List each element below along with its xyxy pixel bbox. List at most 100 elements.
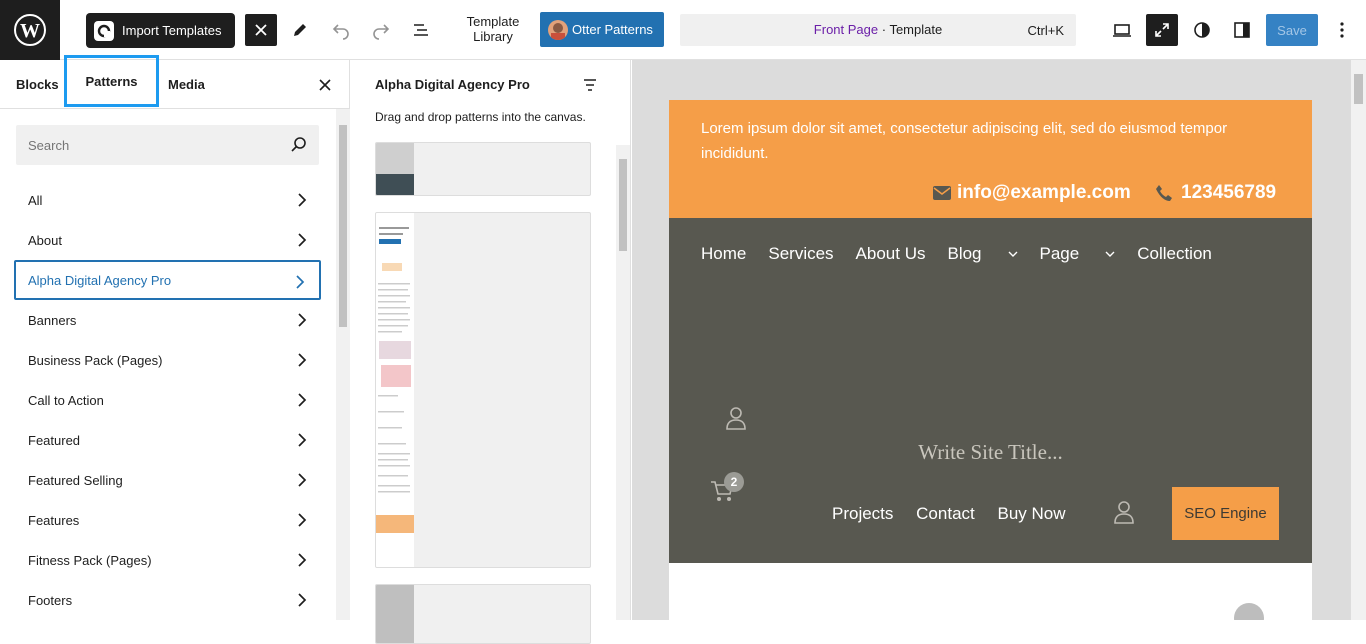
list-view-icon[interactable] bbox=[405, 14, 437, 46]
category-item[interactable]: Banners bbox=[14, 300, 321, 340]
category-label: All bbox=[28, 192, 43, 208]
site-title[interactable]: Write Site Title... bbox=[669, 440, 1312, 465]
category-item[interactable]: Business Pack (Pages) bbox=[14, 340, 321, 380]
close-inserter-icon[interactable] bbox=[312, 72, 338, 98]
pattern-thumbnail bbox=[376, 213, 414, 567]
phone-text: 123456789 bbox=[1181, 182, 1277, 203]
import-templates-label: Import Templates bbox=[122, 23, 222, 38]
category-label: Features bbox=[28, 512, 80, 528]
chevron-right-icon bbox=[298, 513, 307, 527]
category-label: Call to Action bbox=[28, 392, 104, 408]
header-top-bar: Lorem ipsum dolor sit amet, consectetur … bbox=[669, 100, 1312, 218]
category-label: Business Pack (Pages) bbox=[28, 352, 163, 368]
nav-item-buy-now[interactable]: Buy Now bbox=[997, 504, 1065, 523]
pattern-panel-scrollbar[interactable] bbox=[616, 145, 630, 620]
canvas-scrollbar[interactable] bbox=[1351, 60, 1366, 620]
sidebar-scrollbar[interactable] bbox=[336, 109, 350, 620]
more-options-icon[interactable] bbox=[1326, 14, 1358, 46]
otter-patterns-button[interactable]: Otter Patterns bbox=[540, 12, 664, 47]
template-library-line1: Template bbox=[466, 14, 520, 29]
header-navigation: Home Services About Us Blog Page Collect… bbox=[669, 218, 1312, 563]
category-item[interactable]: Featured bbox=[14, 420, 321, 460]
fullscreen-icon[interactable] bbox=[1146, 14, 1178, 46]
document-page-name: Front Page bbox=[813, 22, 879, 37]
otter-avatar-icon bbox=[548, 19, 568, 40]
account-icon[interactable] bbox=[725, 406, 747, 435]
tab-patterns[interactable]: Patterns bbox=[64, 55, 159, 107]
wordpress-logo-icon[interactable]: W bbox=[0, 0, 60, 60]
inserter-sidebar: Blocks Patterns Media All About Alpha Digi… bbox=[0, 55, 350, 620]
chevron-right-icon bbox=[298, 553, 307, 567]
style-contrast-icon[interactable] bbox=[1186, 14, 1218, 46]
close-icon[interactable] bbox=[245, 14, 277, 46]
nav-item-home[interactable]: Home bbox=[701, 244, 746, 264]
document-type: Template bbox=[889, 22, 943, 37]
pattern-thumbnail bbox=[376, 585, 414, 643]
desktop-preview-icon[interactable] bbox=[1106, 14, 1138, 46]
cart-count-badge: 2 bbox=[724, 472, 744, 492]
category-item[interactable]: Fitness Pack (Pages) bbox=[14, 540, 321, 580]
pattern-search bbox=[16, 125, 319, 165]
header-phone[interactable]: 123456789 bbox=[1155, 182, 1276, 204]
tab-blocks[interactable]: Blocks bbox=[16, 60, 59, 109]
pencil-icon[interactable] bbox=[284, 14, 316, 46]
nav-item-contact[interactable]: Contact bbox=[916, 504, 975, 523]
category-label: Banners bbox=[28, 312, 77, 328]
command-shortcut: Ctrl+K bbox=[1027, 23, 1064, 38]
pattern-thumbnail bbox=[376, 143, 414, 195]
decorative-shape bbox=[1234, 603, 1264, 620]
nav-item-page[interactable]: Page bbox=[1040, 244, 1116, 264]
nav-item-services[interactable]: Services bbox=[768, 244, 833, 264]
template-library-button[interactable]: Template Library bbox=[458, 14, 528, 44]
otter-patterns-label: Otter Patterns bbox=[572, 22, 653, 37]
save-button[interactable]: Save bbox=[1266, 14, 1318, 46]
category-label: Fitness Pack (Pages) bbox=[28, 552, 152, 568]
category-item[interactable]: Alpha Digital Agency Pro bbox=[14, 260, 321, 300]
undo-icon[interactable] bbox=[325, 14, 357, 46]
chevron-right-icon bbox=[298, 433, 307, 447]
search-input[interactable] bbox=[16, 125, 276, 165]
primary-nav: Home Services About Us Blog Page Collect… bbox=[701, 244, 1234, 264]
category-item[interactable]: Featured Selling bbox=[14, 460, 321, 500]
category-item[interactable]: About bbox=[14, 220, 321, 260]
sidebar-scroll-thumb[interactable] bbox=[339, 125, 347, 327]
nav-item-blog-label: Blog bbox=[947, 244, 982, 263]
account-icon[interactable] bbox=[1113, 500, 1135, 529]
category-item[interactable]: Call to Action bbox=[14, 380, 321, 420]
nav-item-projects[interactable]: Projects bbox=[832, 504, 893, 523]
command-palette-bar[interactable]: Front Page · Template Ctrl+K bbox=[680, 14, 1076, 46]
settings-sidebar-icon[interactable] bbox=[1226, 14, 1258, 46]
document-title: Front Page · Template bbox=[680, 22, 1076, 37]
pattern-category-title: Alpha Digital Agency Pro bbox=[375, 77, 530, 92]
pattern-panel-description: Drag and drop patterns into the canvas. bbox=[375, 110, 586, 124]
pattern-panel-scroll-thumb[interactable] bbox=[619, 159, 627, 251]
nav-item-blog[interactable]: Blog bbox=[947, 244, 1018, 264]
canvas-scroll-thumb[interactable] bbox=[1354, 74, 1363, 104]
pattern-card[interactable] bbox=[375, 584, 591, 644]
header-email[interactable]: info@example.com bbox=[933, 182, 1131, 204]
chevron-right-icon bbox=[298, 393, 307, 407]
import-icon bbox=[94, 20, 114, 41]
category-item[interactable]: Features bbox=[14, 500, 321, 540]
pattern-card[interactable] bbox=[375, 142, 591, 196]
chevron-right-icon bbox=[298, 353, 307, 367]
category-label: Footers bbox=[28, 592, 73, 608]
top-toolbar: W Import Templates Template Library Otte… bbox=[0, 0, 1366, 60]
tab-media[interactable]: Media bbox=[168, 60, 205, 109]
redo-icon[interactable] bbox=[365, 14, 397, 46]
seo-engine-button[interactable]: SEO Engine bbox=[1172, 487, 1279, 540]
category-item[interactable]: All bbox=[14, 180, 321, 220]
pattern-preview-panel: Alpha Digital Agency Pro Drag and drop p… bbox=[351, 60, 631, 644]
page-preview[interactable]: Lorem ipsum dolor sit amet, consectetur … bbox=[669, 100, 1312, 620]
category-label: About bbox=[28, 232, 62, 248]
nav-item-about-us[interactable]: About Us bbox=[856, 244, 926, 264]
email-text: info@example.com bbox=[957, 182, 1131, 203]
filter-icon[interactable] bbox=[581, 76, 599, 94]
import-templates-button[interactable]: Import Templates bbox=[86, 13, 235, 48]
chevron-right-icon bbox=[298, 593, 307, 607]
category-item[interactable]: Footers bbox=[14, 580, 321, 620]
nav-item-collection[interactable]: Collection bbox=[1137, 244, 1212, 264]
pattern-card[interactable] bbox=[375, 212, 591, 568]
chevron-down-icon bbox=[1105, 251, 1115, 257]
search-icon bbox=[289, 135, 309, 155]
